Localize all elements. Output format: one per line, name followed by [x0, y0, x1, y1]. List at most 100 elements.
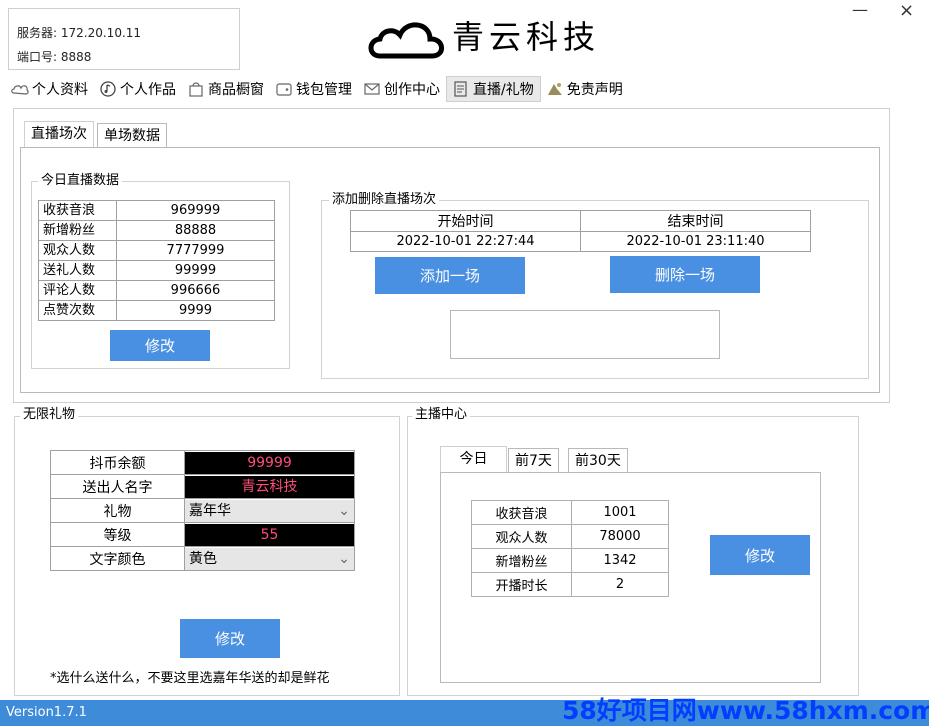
modify-anchor-button[interactable]: 修改 [710, 535, 810, 575]
row-value[interactable]: 78000 [571, 524, 669, 549]
table-row: 观众人数 78000 [471, 524, 669, 549]
server-info-box: 服务器: 172.20.10.11 端口号: 8888 [8, 8, 240, 70]
subtab-live-sessions[interactable]: 直播场次 [24, 121, 94, 147]
cloud-icon [11, 85, 29, 95]
tab-live-gifts[interactable]: 直播/礼物 [446, 76, 541, 102]
color-label: 文字颜色 [50, 546, 185, 571]
row-value[interactable]: 9999 [116, 300, 275, 321]
table-row: 新增粉丝 1342 [471, 548, 669, 573]
tab-30days[interactable]: 前30天 [568, 448, 628, 472]
row-value[interactable]: 996666 [116, 280, 275, 301]
table-row: 送出人名字 青云科技 [50, 474, 355, 499]
tab-label: 创作中心 [384, 82, 440, 98]
level-label: 等级 [50, 522, 185, 547]
port-value: 8888 [60, 50, 92, 64]
table-row: 开播时长 2 [471, 572, 669, 597]
tab-today[interactable]: 今日 [440, 446, 507, 472]
tab-wallet[interactable]: 钱包管理 [270, 76, 358, 102]
end-time-header: 结束时间 [580, 210, 811, 232]
row-label: 观众人数 [38, 240, 117, 261]
balance-label: 抖币余额 [50, 450, 185, 475]
table-row: 观众人数 7777999 [38, 240, 275, 261]
delete-session-button[interactable]: 删除一场 [610, 256, 760, 293]
row-label: 新增粉丝 [38, 220, 117, 241]
row-value[interactable]: 1342 [571, 548, 669, 573]
tab-profile[interactable]: 个人资料 [6, 76, 94, 102]
brand-title: 青云科技 [452, 18, 601, 56]
table-row: 文字颜色 黄色 ⌄ [50, 546, 355, 571]
gift-note: *选什么送什么，不要这里选嘉年华送的却是鲜花 [50, 671, 330, 686]
row-value[interactable]: 2 [571, 572, 669, 597]
chevron-down-icon: ⌄ [338, 502, 350, 519]
tab-7days[interactable]: 前7天 [508, 448, 559, 472]
anchor-table: 收获音浪 1001 观众人数 78000 新增粉丝 1342 开播时长 2 [471, 500, 669, 597]
table-row: 评论人数 996666 [38, 280, 275, 301]
anchor-title: 主播中心 [412, 407, 471, 423]
sender-label: 送出人名字 [50, 474, 185, 499]
main-tabs: 个人资料 个人作品 商品橱窗 钱包管理 创作中心 直播/礼物 免责声明 [6, 76, 629, 102]
tab-creator[interactable]: 创作中心 [358, 76, 446, 102]
level-input[interactable]: 55 [185, 523, 354, 546]
balance-input[interactable]: 99999 [185, 451, 354, 474]
mail-icon [364, 83, 380, 95]
row-value[interactable]: 99999 [116, 260, 275, 281]
table-row: 点赞次数 9999 [38, 300, 275, 321]
tab-disclaimer[interactable]: 免责声明 [541, 76, 629, 102]
chevron-down-icon: ⌄ [338, 550, 350, 567]
session-title: 添加删除直播场次 [329, 192, 440, 208]
table-row: 送礼人数 99999 [38, 260, 275, 281]
row-value[interactable]: 7777999 [116, 240, 275, 261]
minimize-button[interactable]: — [852, 0, 868, 19]
table-row: 新增粉丝 88888 [38, 220, 275, 241]
today-data-table: 收获音浪 969999 新增粉丝 88888 观众人数 7777999 送礼人数 999… [38, 200, 275, 321]
tab-label: 个人作品 [120, 82, 176, 98]
tab-works[interactable]: 个人作品 [94, 76, 182, 102]
gift-select[interactable]: 嘉年华 ⌄ [185, 499, 354, 522]
port-label: 端口号: [17, 50, 58, 64]
gift-select-value: 嘉年华 [189, 502, 231, 519]
table-row: 抖币余额 99999 [50, 450, 355, 475]
start-time-header: 开始时间 [350, 210, 581, 232]
row-value[interactable]: 1001 [571, 500, 669, 525]
end-time-value[interactable]: 2022-10-01 23:11:40 [580, 231, 811, 252]
row-label: 新增粉丝 [471, 548, 572, 573]
subtab-single-data[interactable]: 单场数据 [97, 123, 167, 147]
row-label: 观众人数 [471, 524, 572, 549]
table-row: 收获音浪 969999 [38, 200, 275, 221]
row-label: 收获音浪 [471, 500, 572, 525]
sender-input[interactable]: 青云科技 [185, 475, 354, 498]
row-label: 点赞次数 [38, 300, 117, 321]
server-value: 172.20.10.11 [60, 26, 142, 40]
broadcast-icon [454, 81, 467, 97]
today-data-title: 今日直播数据 [38, 173, 123, 189]
disclaimer-icon [547, 83, 562, 95]
modify-today-button[interactable]: 修改 [110, 330, 210, 361]
tab-label: 钱包管理 [296, 82, 352, 98]
tab-label: 个人资料 [32, 82, 88, 98]
modify-gift-button[interactable]: 修改 [180, 619, 280, 658]
tab-label: 直播/礼物 [473, 82, 534, 98]
color-select-value: 黄色 [189, 550, 217, 567]
row-value[interactable]: 969999 [116, 200, 275, 221]
watermark-text: 58好项目网www.58hxm.com [562, 696, 929, 725]
session-table: 开始时间 结束时间 2022-10-01 22:27:44 2022-10-01 2… [350, 210, 811, 252]
close-button[interactable]: × [899, 0, 914, 21]
gift-table: 抖币余额 99999 送出人名字 青云科技 礼物 嘉年华 ⌄ 等级 55 文字颜色 黄色 ⌄ [50, 450, 355, 571]
row-label: 收获音浪 [38, 200, 117, 221]
color-select[interactable]: 黄色 ⌄ [185, 547, 354, 570]
session-log-box[interactable] [450, 310, 720, 359]
row-label: 开播时长 [471, 572, 572, 597]
server-label: 服务器: [17, 26, 58, 40]
wallet-icon [276, 83, 292, 96]
table-row: 等级 55 [50, 522, 355, 547]
start-time-value[interactable]: 2022-10-01 22:27:44 [350, 231, 581, 252]
table-row: 礼物 嘉年华 ⌄ [50, 498, 355, 523]
row-value[interactable]: 88888 [116, 220, 275, 241]
table-row: 收获音浪 1001 [471, 500, 669, 525]
tab-showcase[interactable]: 商品橱窗 [182, 76, 270, 102]
tab-label: 免责声明 [566, 82, 623, 98]
version-label: Version1.7.1 [6, 705, 87, 720]
add-session-button[interactable]: 添加一场 [375, 257, 525, 294]
bag-icon [189, 82, 203, 97]
gift-label: 礼物 [50, 498, 185, 523]
